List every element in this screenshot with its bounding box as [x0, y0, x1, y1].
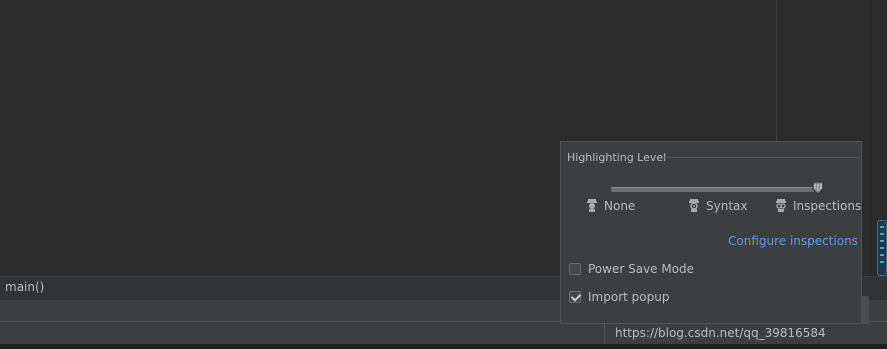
popup-scrollbar[interactable]: [861, 296, 869, 324]
import-popup-checkbox[interactable]: [569, 291, 581, 303]
window-bottom-edge: [0, 344, 887, 349]
import-popup-label: Import popup: [588, 290, 670, 304]
popup-title: Highlighting Level: [567, 151, 667, 164]
status-bar: https://blog.csdn.net/qq_39816584: [0, 321, 887, 345]
breadcrumb-item-main[interactable]: main(): [5, 280, 44, 294]
editor-scrollbar-thumb[interactable]: [877, 220, 887, 276]
status-divider: [604, 322, 605, 345]
popup-title-separator: [664, 157, 859, 158]
power-save-mode-checkbox[interactable]: [569, 263, 581, 275]
level-inspections-label: Inspections: [793, 199, 862, 213]
level-none[interactable]: None: [586, 198, 635, 213]
inspections-level-icon: [776, 199, 786, 212]
syntax-level-icon: [689, 199, 699, 212]
highlighting-level-popup: Highlighting Level None Syntax Inspectio…: [560, 141, 862, 324]
configure-inspections-link[interactable]: Configure inspections: [728, 234, 858, 248]
level-syntax[interactable]: Syntax: [688, 198, 747, 213]
power-save-mode-option[interactable]: Power Save Mode: [569, 262, 694, 276]
slider-thumb[interactable]: [812, 181, 824, 195]
import-popup-option[interactable]: Import popup: [569, 290, 669, 304]
level-none-label: None: [604, 199, 636, 213]
power-save-mode-label: Power Save Mode: [588, 262, 695, 276]
highlighting-level-slider[interactable]: [611, 187, 821, 192]
status-message: https://blog.csdn.net/qq_39816584: [615, 326, 826, 340]
level-syntax-label: Syntax: [706, 199, 748, 213]
level-inspections[interactable]: Inspections: [775, 198, 861, 213]
none-level-icon: [587, 199, 597, 212]
